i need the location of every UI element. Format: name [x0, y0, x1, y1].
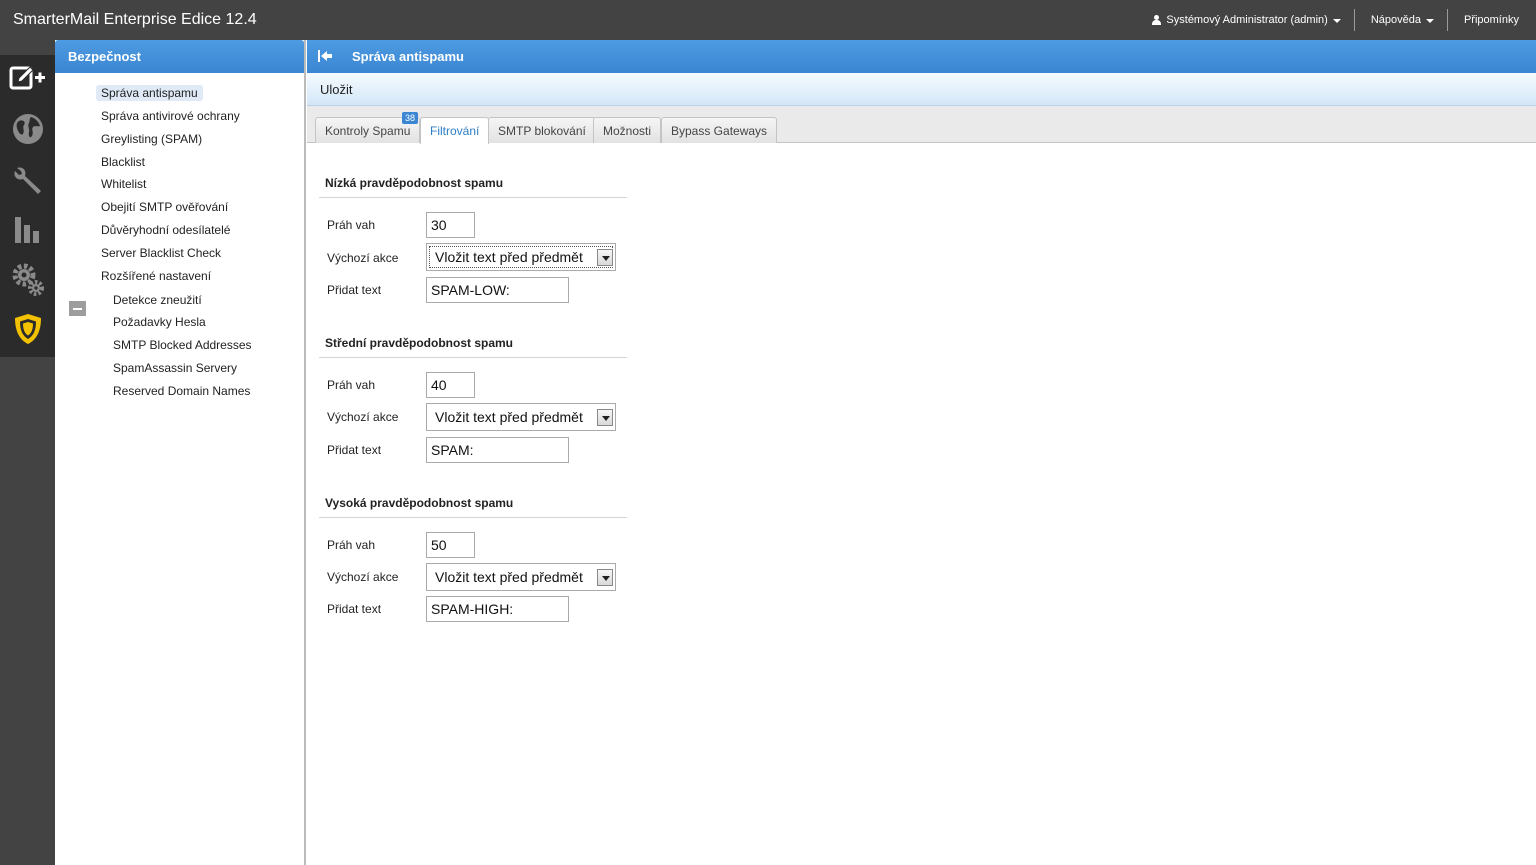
collapse-toggle-icon[interactable] [69, 301, 86, 316]
tab-smtp-blocking[interactable]: SMTP blokování [488, 117, 596, 143]
sidebar: Bezpečnost Správa antispamu Správa antiv… [55, 40, 306, 865]
chevron-down-icon[interactable] [597, 569, 613, 586]
top-bar: SmarterMail Enterprise Edice 12.4 Systém… [0, 0, 1536, 40]
help-menu[interactable]: Nápověda [1353, 9, 1447, 31]
low-action-select[interactable]: Vložit text před předmět [426, 243, 616, 271]
medium-threshold-input[interactable] [426, 372, 475, 398]
tab-options[interactable]: Možnosti [593, 117, 662, 143]
sidebar-item-blacklist[interactable]: Blacklist [96, 154, 150, 170]
tab-options-label: Možnosti [603, 124, 652, 138]
high-text-input[interactable] [426, 596, 569, 622]
gears-icon [12, 263, 44, 296]
sidebar-item-smtp-bypass[interactable]: Obejití SMTP ověřování [96, 199, 233, 215]
high-spam-section-title: Vysoká pravděpodobnost spamu [325, 496, 514, 510]
main-content: Správa antispamu Uložit Kontroly Spamu 3… [307, 40, 1536, 865]
domains-button[interactable] [0, 105, 55, 153]
configuration-button[interactable] [0, 255, 55, 303]
sidebar-title: Bezpečnost [55, 40, 304, 73]
high-action-select[interactable]: Vložit text před předmět [426, 563, 616, 591]
chevron-down-icon[interactable] [597, 249, 613, 266]
medium-spam-section-title: Střední pravděpodobnost spamu [325, 336, 514, 350]
user-menu-label: Systémový Administrator (admin) [1166, 14, 1328, 26]
main-header: Správa antispamu [307, 40, 1536, 73]
icon-rail [0, 40, 55, 865]
reports-button[interactable] [0, 206, 55, 254]
security-button[interactable] [0, 305, 55, 353]
sidebar-item-trusted-senders[interactable]: Důvěryhodní odesílatelé [96, 222, 235, 238]
low-action-label: Výchozí akce [327, 251, 399, 265]
sidebar-item-greylisting[interactable]: Greylisting (SPAM) [96, 131, 207, 147]
app-title: SmarterMail Enterprise Edice 12.4 [13, 11, 257, 28]
chevron-down-icon[interactable] [597, 409, 613, 426]
section-divider [319, 357, 627, 358]
low-threshold-input[interactable] [426, 212, 475, 238]
sidebar-subitem-password-requirements[interactable]: Požadavky Hesla [108, 314, 211, 330]
spam-checks-count-badge: 38 [402, 112, 419, 124]
low-action-value: Vložit text před předmět [429, 246, 613, 268]
medium-text-input[interactable] [426, 437, 569, 463]
medium-threshold-label: Práh vah [327, 378, 376, 392]
sidebar-subitem-smtp-blocked[interactable]: SMTP Blocked Addresses [108, 337, 257, 353]
low-text-label: Přidat text [327, 283, 382, 297]
collapse-sidebar-icon[interactable] [317, 48, 333, 64]
settings-tools-button[interactable] [0, 157, 55, 205]
section-divider [319, 517, 627, 518]
save-button[interactable]: Uložit [320, 82, 353, 97]
sidebar-item-whitelist[interactable]: Whitelist [96, 176, 151, 192]
sidebar-item-server-blacklist-check[interactable]: Server Blacklist Check [96, 245, 226, 261]
tab-filtering[interactable]: Filtrování [420, 117, 490, 144]
sidebar-subitem-reserved-domains[interactable]: Reserved Domain Names [108, 383, 255, 399]
reminders-label: Připomínky [1463, 14, 1519, 26]
sidebar-subitem-abuse-detection[interactable]: Detekce zneužití [108, 292, 207, 308]
tab-spam-checks-label: Kontroly Spamu [325, 124, 411, 138]
compose-button[interactable] [0, 55, 55, 103]
top-nav: Systémový Administrator (admin) Nápověda… [1136, 0, 1536, 40]
tab-smtp-blocking-label: SMTP blokování [498, 124, 586, 138]
toolbar: Uložit [307, 73, 1536, 106]
medium-action-value: Vložit text před předmět [435, 409, 583, 425]
help-menu-label: Nápověda [1370, 14, 1421, 26]
low-threshold-label: Práh vah [327, 218, 376, 232]
user-icon [1152, 15, 1162, 25]
page-title: Správa antispamu [352, 49, 464, 64]
tab-bar: Kontroly Spamu 38 Filtrování SMTP blokov… [307, 106, 1536, 144]
tab-bypass-gateways[interactable]: Bypass Gateways [661, 117, 778, 143]
high-action-label: Výchozí akce [327, 570, 399, 584]
medium-action-select[interactable]: Vložit text před předmět [426, 403, 616, 431]
low-text-input[interactable] [426, 277, 569, 303]
bar-chart-icon [14, 217, 39, 243]
sidebar-item-antispam[interactable]: Správa antispamu [96, 85, 203, 101]
icon-rail-group [0, 55, 55, 357]
sidebar-subitem-spamassassin[interactable]: SpamAssassin Servery [108, 360, 242, 376]
medium-action-label: Výchozí akce [327, 410, 399, 424]
medium-text-label: Přidat text [327, 443, 382, 457]
globe-icon [12, 114, 43, 144]
high-action-value: Vložit text před předmět [435, 569, 583, 585]
chevron-down-icon [1425, 18, 1434, 23]
high-threshold-input[interactable] [426, 532, 475, 558]
shield-icon [14, 314, 41, 344]
sidebar-item-advanced[interactable]: Rozšířené nastavení [96, 268, 216, 284]
tab-filtering-label: Filtrování [430, 124, 480, 138]
section-divider [319, 197, 627, 198]
reminders-link[interactable]: Připomínky [1446, 9, 1536, 31]
chevron-down-icon [1332, 18, 1341, 23]
low-spam-section-title: Nízká pravděpodobnost spamu [325, 176, 504, 190]
compose-plus-icon [9, 66, 45, 90]
tab-bypass-gateways-label: Bypass Gateways [671, 124, 768, 138]
sidebar-item-antivirus[interactable]: Správa antivirové ochrany [96, 108, 245, 124]
user-menu[interactable]: Systémový Administrator (admin) [1136, 9, 1353, 31]
wrench-icon [13, 167, 41, 194]
high-text-label: Přidat text [327, 602, 382, 616]
high-threshold-label: Práh vah [327, 538, 376, 552]
